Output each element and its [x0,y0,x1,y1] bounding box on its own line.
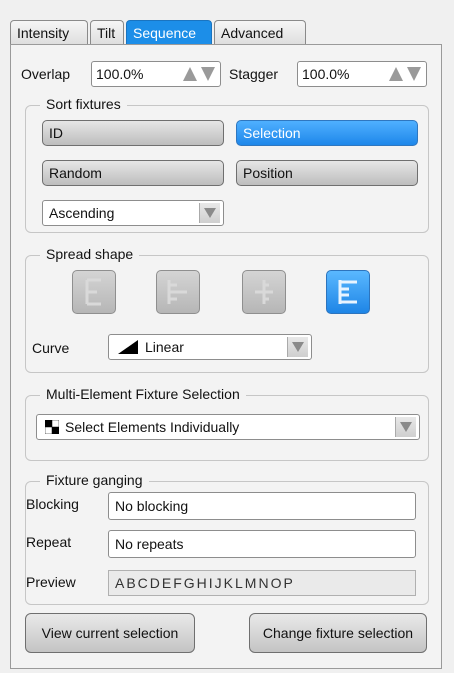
view-current-selection-button[interactable]: View current selection [25,613,195,653]
spread-shape-1-icon [85,278,101,306]
spread-shape-4-button[interactable] [326,270,370,314]
stepper-up-icon[interactable] [182,65,198,83]
stepper-up-icon[interactable] [388,65,404,83]
chevron-down-icon[interactable] [287,337,308,357]
sort-order-select[interactable]: Ascending [42,200,224,226]
overlap-label: Overlap [21,66,71,82]
sort-fixtures-group: Sort fixtures ID Selection Random Positi… [25,96,429,233]
chevron-down-icon[interactable] [199,203,220,223]
curve-select[interactable]: Linear [108,334,312,360]
linear-curve-icon [118,340,138,354]
blocking-field[interactable]: No blocking [108,492,416,520]
fixture-ganging-group: Fixture ganging Blocking No blocking Rep… [25,472,429,605]
stagger-value: 100.0% [302,66,350,82]
sort-fixtures-title: Sort fixtures [40,96,127,112]
spread-shape-group: Spread shape Curve Linear [25,246,429,373]
spread-shape-1-button[interactable] [72,270,116,314]
spread-shape-title: Spread shape [40,246,140,262]
preview-field: ABCDEFGHIJKLMNOP [108,570,416,596]
tab-tilt[interactable]: Tilt [90,20,124,44]
spread-shape-3-icon [255,280,273,304]
overlap-stepper[interactable] [182,65,216,83]
fixture-ganging-title: Fixture ganging [40,472,149,488]
curve-label: Curve [32,340,70,356]
multi-element-group: Multi-Element Fixture Selection Select E… [25,386,429,461]
spread-shape-2-button[interactable] [156,270,200,314]
multi-element-value: Select Elements Individually [65,419,240,435]
sort-random-button[interactable]: Random [42,160,224,186]
sort-id-button[interactable]: ID [42,120,224,146]
change-fixture-selection-button[interactable]: Change fixture selection [249,613,427,653]
spread-shape-2-icon [167,280,187,304]
stagger-field[interactable]: 100.0% [297,61,427,87]
stagger-stepper[interactable] [388,65,422,83]
overlap-value: 100.0% [96,66,144,82]
tab-bar: Intensity Tilt Sequence Advanced [10,20,308,46]
sort-position-button[interactable]: Position [236,160,418,186]
preview-value: ABCDEFGHIJKLMNOP [115,575,295,591]
stagger-row: Stagger [229,61,278,87]
blocking-label: Blocking [26,496,79,512]
stepper-down-icon[interactable] [200,65,216,83]
multi-element-title: Multi-Element Fixture Selection [40,386,246,402]
overlap-row: Overlap [21,61,70,87]
repeat-value: No repeats [115,536,184,552]
tab-intensity[interactable]: Intensity [10,20,88,44]
multi-element-select[interactable]: Select Elements Individually [36,414,420,440]
curve-value: Linear [145,339,184,355]
sequence-panel: Overlap 100.0% Stagger 100.0% Sort fixtu… [10,44,442,669]
chevron-down-icon[interactable] [395,417,416,437]
repeat-field[interactable]: No repeats [108,530,416,558]
blocking-value: No blocking [115,498,189,514]
spread-shape-4-icon [338,280,357,304]
stagger-label: Stagger [229,66,279,82]
tab-advanced[interactable]: Advanced [214,20,306,44]
sort-order-value: Ascending [49,205,115,221]
overlap-field[interactable]: 100.0% [91,61,221,87]
sort-selection-button[interactable]: Selection [236,120,418,146]
spread-shape-3-button[interactable] [242,270,286,314]
stepper-down-icon[interactable] [406,65,422,83]
preview-label: Preview [26,574,76,590]
repeat-label: Repeat [26,534,72,550]
element-grid-icon [45,420,59,434]
tab-sequence[interactable]: Sequence [126,20,212,44]
